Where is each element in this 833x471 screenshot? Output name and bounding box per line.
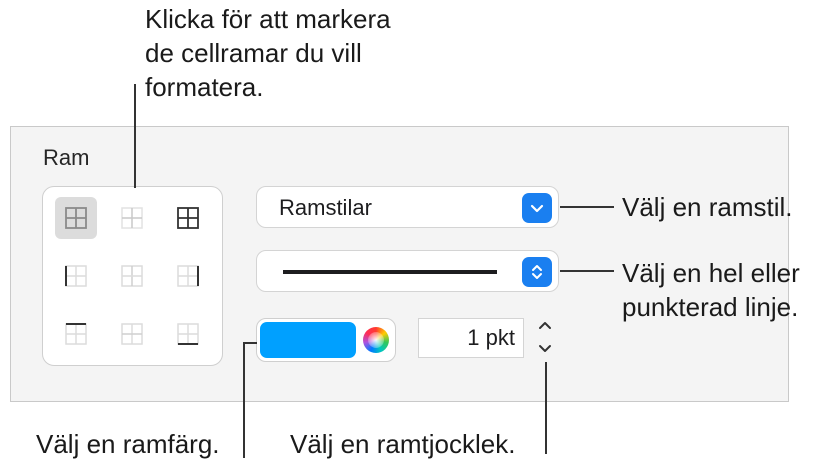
inside-borders-button[interactable] xyxy=(111,197,153,239)
chevron-down-icon[interactable] xyxy=(522,193,552,223)
solid-line-preview xyxy=(283,270,497,274)
right-border-icon xyxy=(177,265,199,287)
stepper-up-icon[interactable] xyxy=(531,314,559,336)
border-thickness-field[interactable]: 1 pkt xyxy=(418,318,524,358)
callout-border-thickness: Välj en ramtjocklek. xyxy=(290,429,516,459)
callout-border-color: Välj en ramfärg. xyxy=(36,429,220,459)
top-border-button[interactable] xyxy=(55,313,97,355)
line-type-select[interactable] xyxy=(256,250,559,292)
callout-line-type: Välj en hel eller punkterad linje. xyxy=(622,258,800,322)
callout-border-style: Välj en ramstil. xyxy=(622,192,793,222)
border-style-dropdown[interactable]: Ramstilar xyxy=(256,186,559,228)
outer-borders-button[interactable] xyxy=(167,197,209,239)
leader-line-color-v xyxy=(243,342,245,458)
top-border-icon xyxy=(65,323,87,345)
inside-borders-icon xyxy=(121,207,143,229)
color-wheel-icon[interactable] xyxy=(363,327,389,353)
leader-line-color-h xyxy=(243,342,257,344)
leader-line-border-style xyxy=(560,206,614,208)
left-border-button[interactable] xyxy=(55,255,97,297)
leader-line-thickness xyxy=(545,362,547,454)
stepper-icon[interactable] xyxy=(531,314,559,360)
leader-line-line-type xyxy=(560,270,614,272)
bottom-border-icon xyxy=(177,323,199,345)
border-selector-grid xyxy=(42,186,223,366)
all-borders-icon xyxy=(65,207,87,229)
leader-line-top xyxy=(134,84,136,188)
stepper-down-icon[interactable] xyxy=(531,338,559,360)
border-style-label: Ramstilar xyxy=(279,195,372,220)
right-border-button[interactable] xyxy=(167,255,209,297)
inside-vertical-button[interactable] xyxy=(111,255,153,297)
inside-horizontal-button[interactable] xyxy=(111,313,153,355)
section-title-ram: Ram xyxy=(43,145,90,170)
border-color-well[interactable] xyxy=(256,318,396,362)
all-borders-button[interactable] xyxy=(55,197,97,239)
color-swatch[interactable] xyxy=(260,322,356,358)
callout-select-cell-borders: Klicka för att markera de cellramar du v… xyxy=(145,4,391,102)
outer-borders-icon xyxy=(177,207,199,229)
bottom-border-button[interactable] xyxy=(167,313,209,355)
left-border-icon xyxy=(65,265,87,287)
inside-horizontal-icon xyxy=(121,323,143,345)
up-down-chevron-icon[interactable] xyxy=(522,257,552,287)
inside-vertical-icon xyxy=(121,265,143,287)
